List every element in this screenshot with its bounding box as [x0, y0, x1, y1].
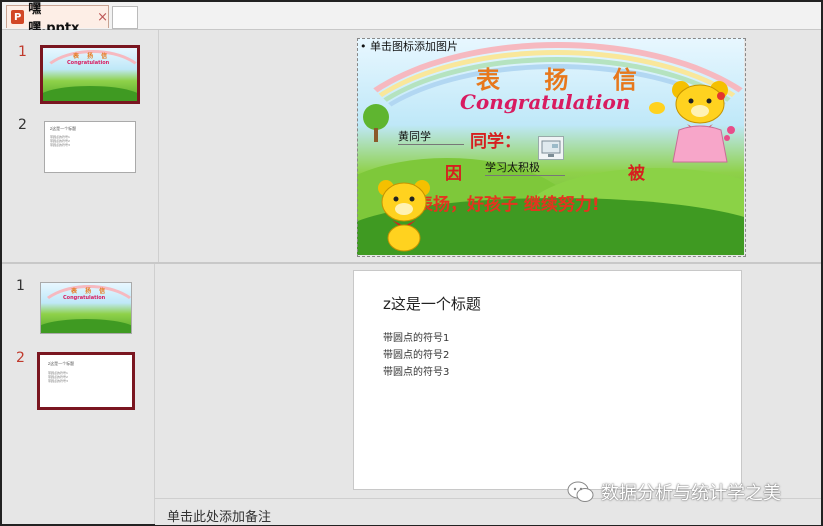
- top-slide-number-1: 1: [18, 44, 27, 60]
- bottom-slide-number-1: 1: [16, 278, 25, 294]
- picture-icon: [541, 140, 561, 157]
- tab-bar: P 嘿嘿.pptx ×: [2, 2, 821, 36]
- new-tab-button[interactable]: [112, 6, 138, 29]
- certificate-slogan: 表扬，好孩子 继续努力!: [416, 195, 600, 215]
- bear-illustration-left: [378, 180, 430, 252]
- bottom-slide-number-2: 2: [16, 350, 25, 366]
- bullet-line-3[interactable]: 带圆点的符号3: [383, 363, 449, 378]
- thumb-line: 带圆点的符号3: [48, 379, 68, 383]
- watermark-text: 数据分析与统计学之美: [601, 483, 781, 504]
- reason-field[interactable]: 学习太积极: [485, 159, 565, 176]
- classmate-label: 同学：: [470, 132, 521, 152]
- name-field[interactable]: 黄同学: [398, 128, 464, 145]
- top-thumbnail-panel: 1 表 扬 信 Congratulation 2 z这是一个标题 带圆点的符号1…: [2, 30, 159, 262]
- bottom-thumbnail-panel: 1 表 扬 信 Congratulation 2 z这是一个标题 带圆点的符号1…: [2, 264, 155, 524]
- tab-document[interactable]: P 嘿嘿.pptx ×: [6, 2, 109, 36]
- bottom-thumbnail-slide-1[interactable]: 表 扬 信 Congratulation: [40, 282, 132, 334]
- thumbnail-subtitle-text: Congratulation: [63, 295, 106, 301]
- notes-placeholder: 单击此处添加备注: [167, 510, 272, 525]
- wechat-icon: [567, 481, 594, 502]
- praised-label: 被: [628, 164, 645, 184]
- add-picture-hint-text: 单击图标添加图片: [370, 40, 458, 53]
- thumbnail-certificate-art: 表 扬 信 Congratulation: [41, 283, 131, 333]
- bullet-line-1[interactable]: 带圆点的符号1: [383, 329, 449, 344]
- thumb-title: z这是一个标题: [48, 361, 75, 366]
- certificate-subtitle: Congratulation: [460, 90, 631, 114]
- app-window: P 嘿嘿.pptx × 1 表 扬 信 Congratulation 2 z这是…: [0, 0, 823, 526]
- thumb-title: z这是一个标题: [50, 126, 77, 131]
- grass: [43, 86, 137, 101]
- thumbnail-title-text: 表 扬 信: [73, 53, 111, 60]
- bear-illustration-right: [649, 81, 735, 163]
- bottom-thumbnail-slide-2[interactable]: z这是一个标题 带圆点的符号1 带圆点的符号2 带圆点的符号3: [37, 352, 135, 410]
- top-thumbnail-slide-2[interactable]: z这是一个标题 带圆点的符号1 带圆点的符号2 带圆点的符号3: [44, 121, 136, 173]
- thumbnail-title-text: 表 扬 信: [71, 288, 109, 295]
- top-thumbnail-slide-1[interactable]: 表 扬 信 Congratulation: [40, 45, 140, 104]
- grass: [41, 319, 131, 333]
- add-picture-hint: • 单击图标添加图片: [360, 40, 458, 53]
- because-label: 因: [445, 164, 462, 184]
- slide-canvas-bullets[interactable]: z这是一个标题 带圆点的符号1 带圆点的符号2 带圆点的符号3: [353, 270, 742, 490]
- bullet-line-2[interactable]: 带圆点的符号2: [383, 346, 449, 361]
- top-slide-number-2: 2: [18, 117, 27, 133]
- thumbnail-certificate-art: 表 扬 信 Congratulation: [43, 48, 137, 101]
- insert-picture-icon[interactable]: [538, 136, 564, 160]
- thumbnail-subtitle-text: Congratulation: [67, 60, 110, 66]
- thumb-line: 带圆点的符号3: [50, 143, 70, 147]
- slide-title[interactable]: z这是一个标题: [383, 293, 481, 314]
- close-tab-icon[interactable]: ×: [97, 10, 108, 25]
- watermark: 数据分析与统计学之美: [567, 479, 781, 505]
- pptx-file-icon: P: [11, 10, 25, 24]
